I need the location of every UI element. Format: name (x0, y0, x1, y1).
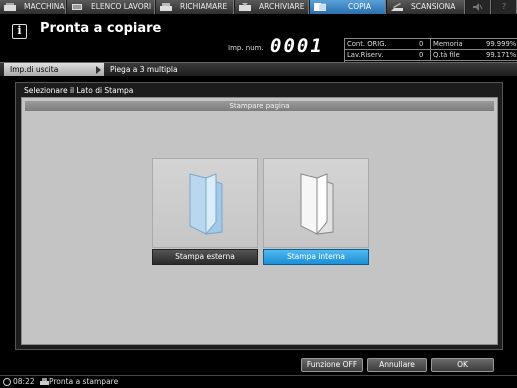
main-panel: Selezionare il Lato di Stampa Stampare p… (15, 82, 503, 350)
help-button[interactable]: ? (492, 0, 517, 14)
help-icon: ? (501, 2, 507, 11)
cancel-button[interactable]: Annullare (367, 358, 427, 372)
panel-title: Selezionare il Lato di Stampa (24, 86, 134, 95)
scan-icon (391, 3, 403, 11)
store-icon (239, 3, 251, 11)
tab-scansiona[interactable]: SCANSIONA (387, 0, 465, 14)
tab-macchina[interactable]: MACCHINA (0, 0, 66, 14)
content-area: Stampare pagina Stampa esterna Stampa in… (21, 97, 498, 345)
function-off-button[interactable]: Funzione OFF (301, 358, 363, 372)
counter-value: 0001 (270, 35, 324, 57)
breadcrumb-arrow-icon (96, 66, 101, 74)
qta-file-label: Q.tà file (433, 51, 460, 59)
tab-label: COPIA (348, 2, 372, 11)
status-title: Pronta a copiare (40, 21, 162, 36)
cont-orig-value: 0 (419, 40, 424, 48)
top-tab-bar: MACCHINA ELENCO LAVORI RICHIAMARE ARCHIV… (0, 0, 517, 14)
status-bar: 08:22 Pronta a stampare (0, 375, 517, 388)
job-list-icon (72, 4, 82, 10)
info-row-1: Cont. ORIG. 0 Memoria 99.999% (345, 39, 517, 50)
tab-archiviare[interactable]: ARCHIVIARE (235, 0, 309, 14)
copy-icon (314, 3, 326, 11)
tab-copia[interactable]: COPIA (310, 0, 386, 14)
qta-file-value: 99.171% (486, 51, 517, 59)
tab-label: ELENCO LAVORI (91, 2, 152, 11)
print-status: Pronta a stampare (49, 377, 119, 386)
lav-riserv-value: 0 (419, 51, 424, 59)
memoria-label: Memoria (433, 40, 463, 48)
lav-riserv-label: Lav.Riserv. (347, 51, 384, 59)
tab-elenco-lavori[interactable]: ELENCO LAVORI (67, 0, 155, 14)
machine-icon (4, 3, 16, 11)
inside-fold-icon (300, 173, 334, 236)
tab-label: SCANSIONA (411, 2, 456, 11)
breadcrumb-item-output-settings[interactable]: Imp.di uscita (4, 63, 104, 76)
clock-icon (3, 378, 11, 386)
speaker-icon (473, 3, 483, 11)
print-inside-button[interactable]: Stampa interna (263, 249, 369, 265)
tab-label: RICHIAMARE (180, 2, 228, 11)
counter-label: Imp. num. (228, 44, 264, 52)
outside-fold-icon (189, 173, 223, 236)
tab-richiamare[interactable]: RICHIAMARE (156, 0, 234, 14)
printer-icon (40, 378, 49, 385)
cont-orig-label: Cont. ORIG. (347, 40, 387, 48)
info-row-2: Lav.Riserv. 0 Q.tà file 99.171% (345, 50, 517, 61)
memoria-value: 99.999% (486, 40, 517, 48)
tab-label: MACCHINA (24, 2, 65, 11)
speaker-button[interactable] (466, 0, 491, 14)
clock-time: 08:22 (13, 377, 35, 386)
ok-button[interactable]: OK (431, 358, 494, 372)
section-header: Stampare pagina (25, 101, 494, 111)
breadcrumb-item-multi-tri-fold: Piega a 3 multipla (110, 65, 178, 74)
option-card-inside[interactable] (263, 158, 369, 248)
print-outside-button[interactable]: Stampa esterna (152, 249, 258, 265)
info-icon[interactable]: i (12, 24, 27, 39)
tab-label: ARCHIVIARE (259, 2, 305, 11)
option-card-outside[interactable] (152, 158, 258, 248)
info-table: Cont. ORIG. 0 Memoria 99.999% Lav.Riserv… (344, 38, 517, 62)
breadcrumb: Imp.di uscita Piega a 3 multipla (0, 62, 517, 76)
recall-icon (160, 3, 172, 11)
